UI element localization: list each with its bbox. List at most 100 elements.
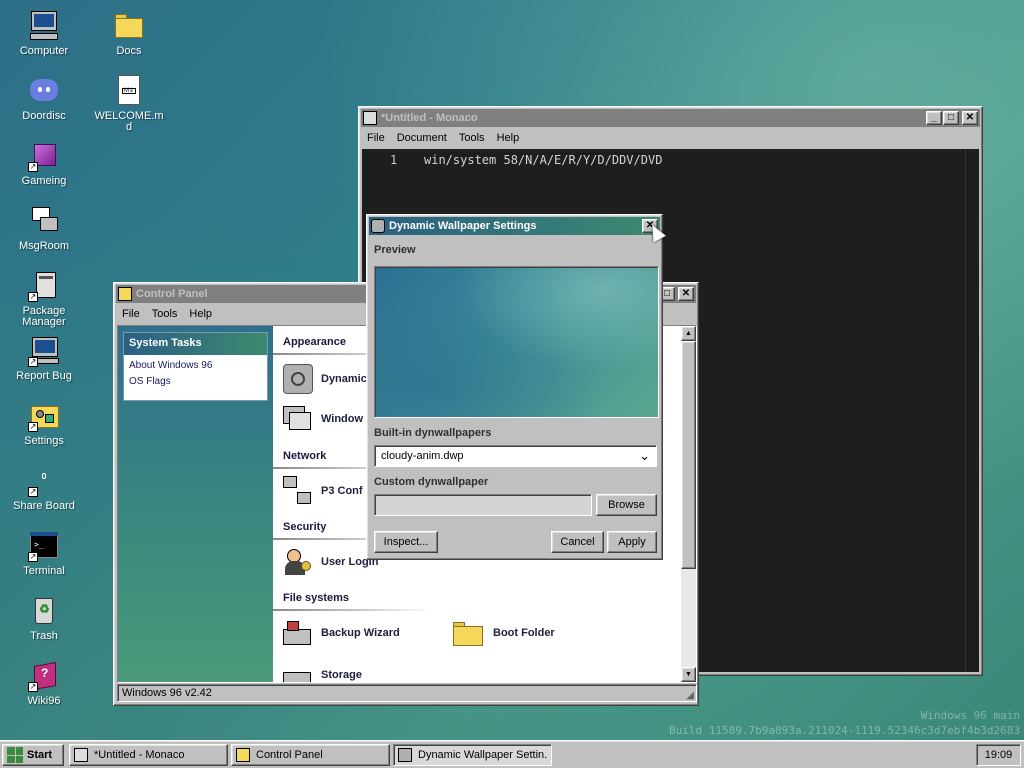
item-user-login[interactable]: User Login [283, 547, 378, 577]
desktop-icon-label: Docs [116, 45, 142, 57]
item-storage[interactable]: Storage [283, 666, 362, 682]
markdown-file-icon: M⇓ [113, 75, 145, 107]
menu-help[interactable]: Help [491, 132, 526, 144]
desktop-icon-label: Doordisc [22, 110, 66, 122]
section-network: Network [283, 450, 327, 462]
task-about[interactable]: About Windows 96 [124, 355, 267, 371]
custom-wallpaper-field[interactable] [374, 494, 592, 516]
browse-button[interactable]: Browse [596, 494, 657, 516]
close-button[interactable]: ✕ [678, 287, 694, 301]
minimize-button[interactable]: _ [926, 111, 942, 125]
item-dynamic[interactable]: Dynamic [283, 364, 367, 394]
task-label: *Untitled - Monaco [94, 749, 185, 761]
desktop-icon-terminal[interactable]: >_ ↗ Terminal [9, 530, 79, 577]
apply-button[interactable]: Apply [607, 531, 657, 553]
task-os-flags[interactable]: OS Flags [124, 371, 267, 387]
task-monaco[interactable]: *Untitled - Monaco [69, 744, 228, 766]
minimize-icon: _ [931, 112, 937, 123]
editor-title: *Untitled - Monaco [381, 112, 478, 124]
maximize-button[interactable]: □ [943, 111, 959, 125]
desktop-icon-wiki96[interactable]: ? ↗ Wiki96 [9, 660, 79, 707]
section-filesystems: File systems [283, 592, 350, 604]
builtin-wallpaper-select[interactable]: cloudy-anim.dwp ⌄ [374, 445, 657, 467]
menu-file[interactable]: File [116, 308, 146, 320]
editor-line-1: 1 win/system 58/N/A/E/R/Y/D/DDV/DVD [362, 153, 979, 169]
task-label: Dynamic Wallpaper Settin... [418, 749, 547, 761]
control-panel-app-icon [118, 287, 132, 301]
editor-scrollbar[interactable] [965, 149, 979, 672]
scroll-down-button[interactable]: ▼ [681, 667, 696, 682]
menu-help[interactable]: Help [183, 308, 218, 320]
resize-grip-icon[interactable]: ◢ [686, 690, 694, 701]
code-text: win/system 58/N/A/E/R/Y/D/DDV/DVD [424, 153, 663, 167]
bug-report-icon: ↗ [28, 335, 60, 367]
sidebar: System Tasks About Windows 96 OS Flags [118, 326, 273, 682]
dialog-titlebar[interactable]: Dynamic Wallpaper Settings ✕ [369, 217, 660, 235]
editor-app-icon [74, 748, 88, 762]
content-scrollbar[interactable]: ▲ ▼ [681, 326, 696, 682]
item-backup-wizard[interactable]: Backup Wizard [283, 619, 400, 647]
task-label: Control Panel [256, 749, 323, 761]
desktop-icon-label: WELCOME.md [94, 110, 164, 133]
menu-file[interactable]: File [361, 132, 391, 144]
start-label: Start [27, 749, 53, 761]
desktop-icon-label: Wiki96 [27, 695, 61, 707]
editor-titlebar[interactable]: *Untitled - Monaco _ □ ✕ [361, 109, 980, 127]
scroll-thumb[interactable] [681, 341, 696, 569]
desktop-icon-msgroom[interactable]: MsgRoom [9, 205, 79, 252]
close-button[interactable]: ✕ [962, 111, 978, 125]
backup-icon [283, 619, 313, 647]
item-label: Window [321, 413, 364, 425]
task-dynamic-wallpaper[interactable]: Dynamic Wallpaper Settin... [393, 744, 552, 766]
item-label: Backup Wizard [321, 627, 400, 639]
custom-label: Custom dynwallpaper [374, 476, 489, 488]
menu-document[interactable]: Document [391, 132, 453, 144]
shortcut-arrow-icon: ↗ [28, 682, 38, 692]
desktop-icon-label: Report Bug [16, 370, 72, 382]
folder-icon [113, 10, 145, 42]
share-board-icon: ↗ [28, 465, 60, 497]
desktop-icon-doordisc[interactable]: Doordisc [9, 75, 79, 122]
item-p3-conf[interactable]: P3 Conf [283, 476, 363, 506]
desktop-icon-report-bug[interactable]: ↗ Report Bug [9, 335, 79, 382]
desktop-icon-docs[interactable]: Docs [94, 10, 164, 57]
menu-tools[interactable]: Tools [146, 308, 184, 320]
cancel-button[interactable]: Cancel [551, 531, 604, 553]
user-key-icon [283, 547, 313, 577]
editor-app-icon [363, 111, 377, 125]
shortcut-arrow-icon: ↗ [28, 162, 38, 172]
desktop-icon-trash[interactable]: ♻ Trash [9, 595, 79, 642]
item-label: P3 Conf [321, 485, 363, 497]
start-logo-icon [7, 747, 23, 763]
start-button[interactable]: Start [2, 744, 64, 766]
arrow-up-icon: ▲ [685, 330, 692, 337]
item-window[interactable]: Window [283, 406, 363, 432]
desktop-icon-package-manager[interactable]: ↗ Package Manager [9, 270, 79, 328]
clock[interactable]: 19:09 [976, 744, 1021, 766]
discord-icon [28, 75, 60, 107]
desktop-icon-welcome[interactable]: M⇓ WELCOME.md [94, 75, 164, 133]
dynamic-wallpaper-app-icon [398, 748, 412, 762]
recycle-bin-icon: ♻ [28, 595, 60, 627]
task-control-panel[interactable]: Control Panel [231, 744, 390, 766]
section-security: Security [283, 521, 327, 533]
desktop-icon-label: Share Board [13, 500, 75, 512]
control-panel-statusbar: Windows 96 v2.42 ◢ [117, 684, 697, 702]
desktop-icon-share-board[interactable]: ↗ Share Board [9, 465, 79, 512]
scroll-up-button[interactable]: ▲ [681, 326, 696, 341]
item-boot-folder[interactable]: Boot Folder [453, 619, 555, 647]
arrow-down-icon: ▼ [685, 671, 692, 678]
desktop-icon-settings[interactable]: ↗ Settings [9, 400, 79, 447]
menu-tools[interactable]: Tools [453, 132, 491, 144]
game-cube-icon: ↗ [28, 140, 60, 172]
dynamic-wallpaper-dialog: Dynamic Wallpaper Settings ✕ Preview Bui… [366, 214, 663, 560]
inspect-button[interactable]: Inspect... [374, 531, 438, 553]
desktop-icon-computer[interactable]: Computer [9, 10, 79, 57]
terminal-icon: >_ ↗ [28, 530, 60, 562]
control-panel-app-icon [236, 748, 250, 762]
folder-icon [453, 619, 485, 647]
desktop-icon-gameing[interactable]: ↗ Gameing [9, 140, 79, 187]
item-label: Storage [321, 669, 362, 681]
desktop-icon-label: Settings [24, 435, 64, 447]
wallpaper-preview [374, 266, 659, 418]
